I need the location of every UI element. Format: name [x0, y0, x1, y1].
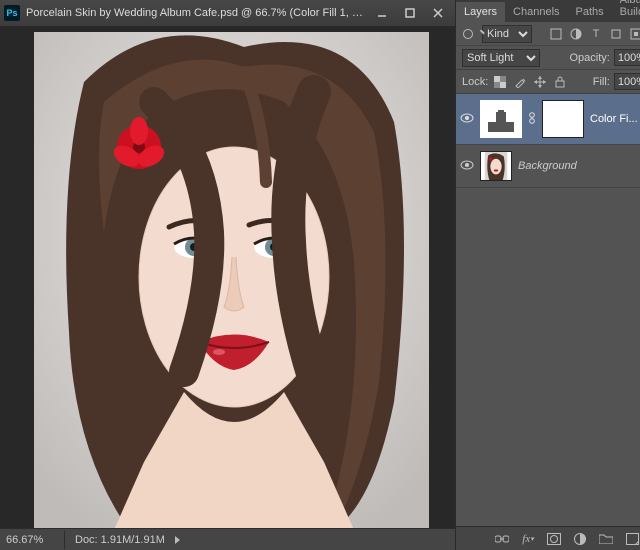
search-icon: [462, 26, 478, 42]
layer-name-label[interactable]: Color Fi...: [590, 113, 640, 125]
blend-row: Soft Light Opacity: 100%: [456, 46, 640, 70]
blend-mode-select[interactable]: Soft Light: [462, 49, 540, 67]
link-layers-icon[interactable]: [494, 531, 510, 547]
visibility-toggle-icon[interactable]: [460, 113, 474, 126]
filter-kind-select[interactable]: Kind: [482, 25, 532, 43]
layers-list: Color Fi... Background: [456, 94, 640, 526]
document-title: Porcelain Skin by Wedding Album Cafe.psd…: [26, 7, 367, 19]
statusbar-menu-icon[interactable]: [175, 536, 180, 544]
layer-style-icon[interactable]: fx▾: [520, 531, 536, 547]
lock-transparency-icon[interactable]: [492, 74, 508, 90]
new-layer-icon[interactable]: [624, 531, 640, 547]
lock-pixels-icon[interactable]: [512, 74, 528, 90]
filter-smartobject-icon[interactable]: [628, 26, 640, 42]
fill-value[interactable]: 100%: [614, 73, 640, 90]
filter-type-icon[interactable]: T: [588, 26, 604, 42]
layer-background[interactable]: Background: [456, 145, 640, 188]
titlebar: Ps Porcelain Skin by Wedding Album Cafe.…: [0, 0, 455, 26]
fill-label: Fill:: [593, 76, 610, 88]
visibility-toggle-icon[interactable]: [460, 160, 474, 173]
add-mask-icon[interactable]: [546, 531, 562, 547]
new-group-icon[interactable]: [598, 531, 614, 547]
layer-color-fill-1[interactable]: Color Fi...: [456, 94, 640, 145]
lock-label: Lock:: [462, 76, 488, 88]
lock-all-icon[interactable]: [552, 74, 568, 90]
layers-panel: Layers Channels Paths Album Builder Kind…: [455, 0, 640, 550]
canvas-area[interactable]: [0, 26, 455, 528]
panel-tabs: Layers Channels Paths Album Builder: [456, 0, 640, 22]
opacity-label: Opacity:: [570, 52, 610, 64]
status-bar: 66.67% Doc: 1.91M/1.91M: [0, 528, 455, 550]
layer-thumbnail[interactable]: [480, 100, 522, 138]
layers-footer: fx▾: [456, 526, 640, 550]
doc-size[interactable]: Doc: 1.91M/1.91M: [69, 534, 171, 546]
lock-position-icon[interactable]: [532, 74, 548, 90]
filter-adjustment-icon[interactable]: [568, 26, 584, 42]
tab-paths[interactable]: Paths: [568, 2, 612, 22]
filter-shape-icon[interactable]: [608, 26, 624, 42]
mask-link-icon[interactable]: [528, 111, 536, 128]
adjustment-layer-icon[interactable]: [572, 531, 588, 547]
document-window: Ps Porcelain Skin by Wedding Album Cafe.…: [0, 0, 455, 550]
minimize-button[interactable]: [369, 4, 395, 22]
maximize-button[interactable]: [397, 4, 423, 22]
layer-name-label[interactable]: Background: [518, 160, 640, 172]
app-icon: Ps: [4, 5, 20, 21]
layer-thumbnail[interactable]: [480, 151, 512, 181]
tab-album-builder[interactable]: Album Builder: [612, 0, 640, 22]
layer-filter-row: Kind T: [456, 22, 640, 46]
tab-channels[interactable]: Channels: [505, 2, 567, 22]
close-button[interactable]: [425, 4, 451, 22]
lock-row: Lock: Fill: 100%: [456, 70, 640, 94]
tab-layers[interactable]: Layers: [456, 2, 505, 22]
zoom-level[interactable]: 66.67%: [0, 534, 60, 546]
canvas[interactable]: [34, 32, 429, 528]
opacity-value[interactable]: 100%: [614, 49, 640, 66]
filter-pixel-icon[interactable]: [548, 26, 564, 42]
layer-mask-thumbnail[interactable]: [542, 100, 584, 138]
